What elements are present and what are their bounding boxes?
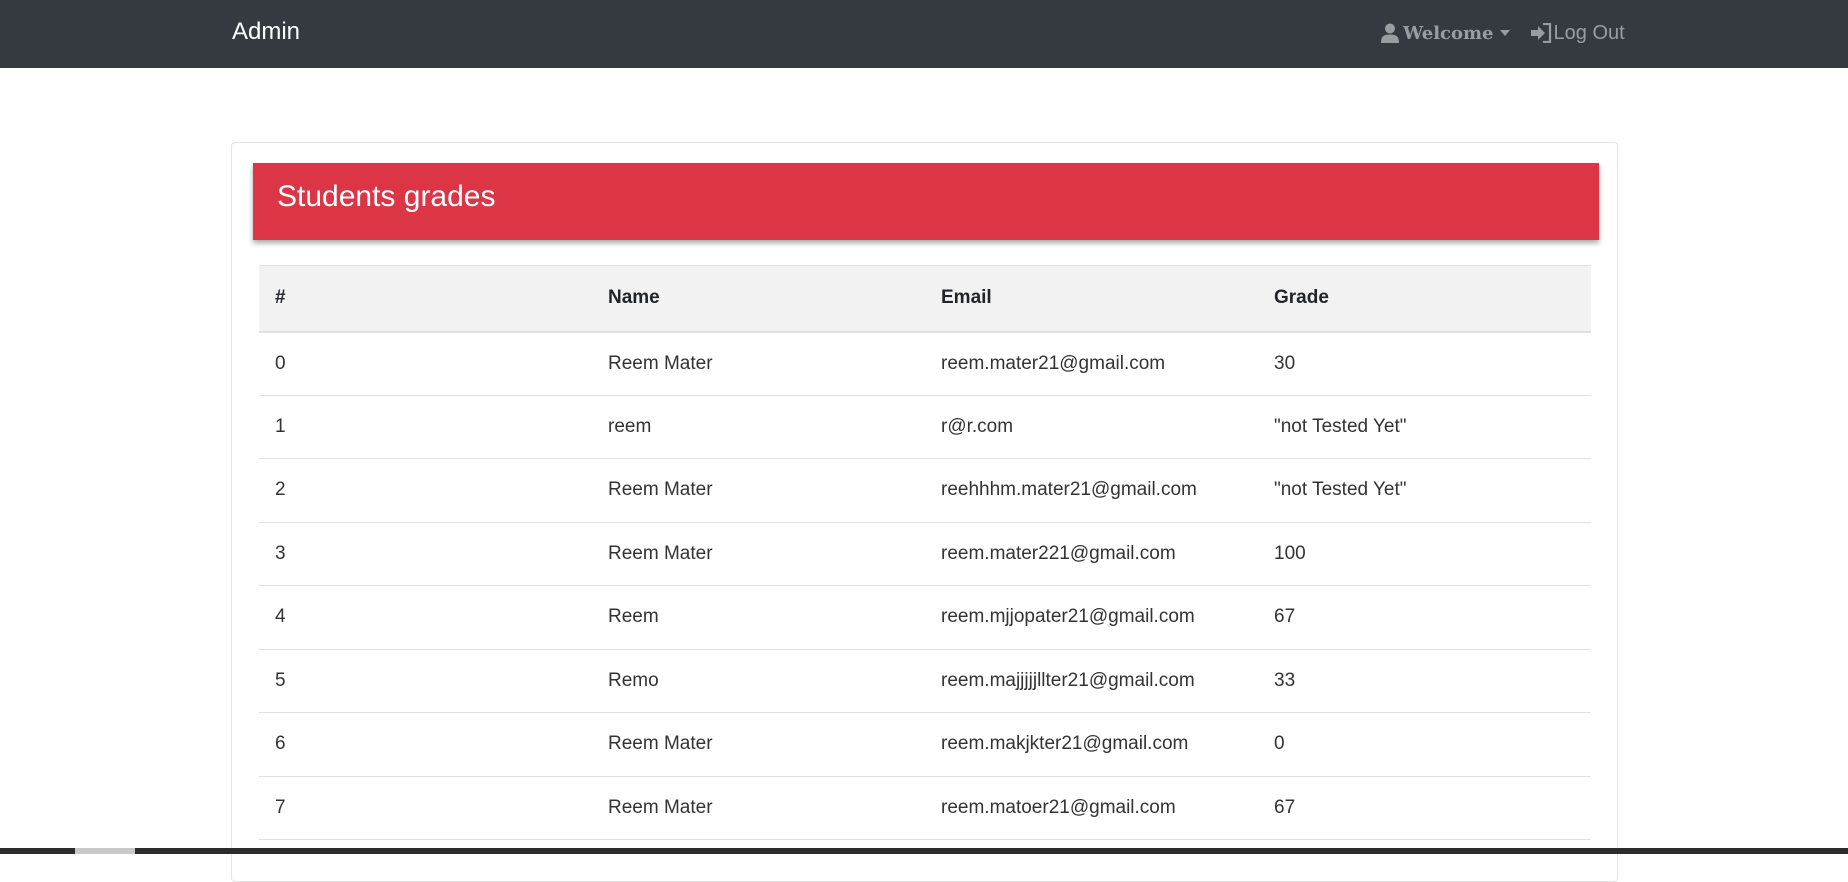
header-name: Name [592,265,925,333]
cell-email: reem.makjkter21@gmail.com [925,712,1258,777]
table-row: 7 Reem Mater reem.matoer21@gmail.com 67 [259,776,1591,840]
table-row: 6 Reem Mater reem.makjkter21@gmail.com 0 [259,712,1591,777]
cell-name: Reem Mater [592,712,925,777]
cell-index: 0 [259,331,592,396]
cell-email: reem.mater21@gmail.com [925,331,1258,396]
cell-email: r@r.com [925,395,1258,459]
cell-name: Reem Mater [592,522,925,586]
cell-name: Reem [592,585,925,650]
table-row: 5 Remo reem.majjjjjllter21@gmail.com 33 [259,649,1591,713]
table-row: 4 Reem reem.mjjopater21@gmail.com 67 [259,585,1591,650]
cell-name: Reem Mater [592,776,925,840]
header-index: # [259,265,592,333]
cell-grade: 100 [1258,522,1591,586]
cell-index: 1 [259,395,592,459]
table-row: 3 Reem Mater reem.mater221@gmail.com 100 [259,522,1591,586]
cell-name: Reem Mater [592,458,925,523]
cell-grade: "not Tested Yet" [1258,395,1591,459]
cell-email: reem.mjjopater21@gmail.com [925,585,1258,650]
top-navbar: Admin Welcome Log Out [0,0,1848,68]
cell-grade: 33 [1258,649,1591,713]
cell-index: 2 [259,458,592,523]
cell-email: reem.mater221@gmail.com [925,522,1258,586]
table-header-row: # Name Email Grade [259,265,1591,333]
header-email: Email [925,265,1258,333]
header-grade: Grade [1258,265,1591,333]
navbar-brand[interactable]: Admin [232,17,300,47]
cell-grade: 0 [1258,712,1591,777]
table-row: 1 reem r@r.com "not Tested Yet" [259,395,1591,459]
cell-index: 4 [259,585,592,650]
navbar-right: Welcome Log Out [1381,18,1625,48]
cell-name: Remo [592,649,925,713]
cell-index: 6 [259,712,592,777]
logout-label: Log Out [1553,21,1625,44]
card-title: Students grades [277,180,496,213]
welcome-label: Welcome [1403,22,1494,44]
cell-index: 5 [259,649,592,713]
cell-email: reem.matoer21@gmail.com [925,776,1258,840]
grades-table: # Name Email Grade 0 Reem Mater reem.mat… [259,265,1591,840]
cell-name: reem [592,395,925,459]
cell-name: Reem Mater [592,331,925,396]
cell-index: 3 [259,522,592,586]
cell-index: 7 [259,776,592,840]
sign-in-icon [1530,23,1551,43]
card-header: Students grades [253,163,1599,240]
welcome-dropdown[interactable]: Welcome [1381,23,1510,44]
cell-grade: 67 [1258,776,1591,840]
cell-email: reehhhm.mater21@gmail.com [925,458,1258,523]
user-icon [1381,23,1399,43]
cell-grade: 67 [1258,585,1591,650]
caret-down-icon [1499,30,1510,36]
cell-grade: "not Tested Yet" [1258,458,1591,523]
table-row: 2 Reem Mater reehhhm.mater21@gmail.com "… [259,458,1591,523]
cell-email: reem.majjjjjllter21@gmail.com [925,649,1258,713]
scrollbar-thumb[interactable] [75,848,135,854]
logout-link[interactable]: Log Out [1530,22,1625,45]
table-row: 0 Reem Mater reem.mater21@gmail.com 30 [259,331,1591,396]
horizontal-scrollbar[interactable] [0,848,1848,854]
cell-grade: 30 [1258,331,1591,396]
